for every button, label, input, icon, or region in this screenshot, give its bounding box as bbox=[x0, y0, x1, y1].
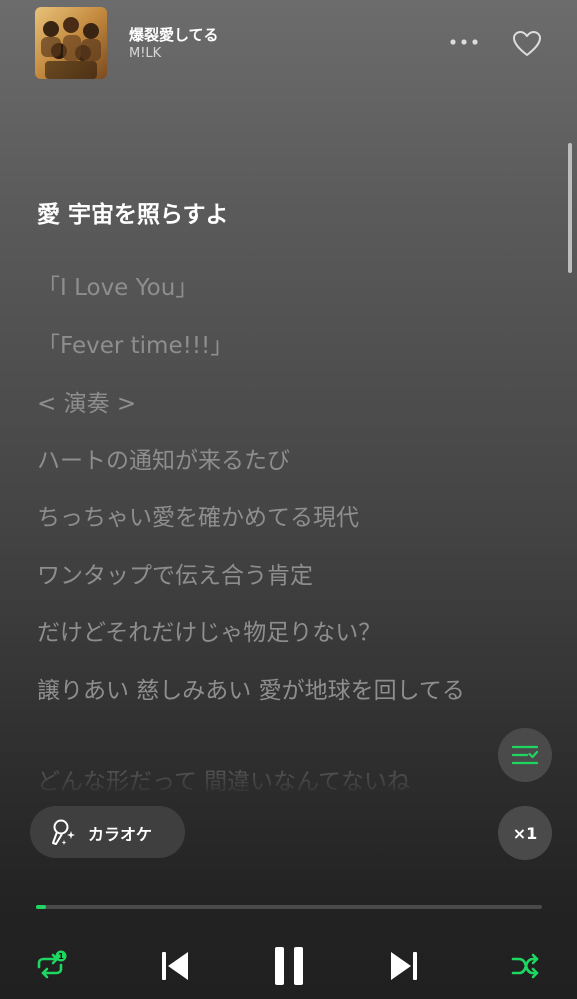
skip-next-icon bbox=[391, 952, 417, 980]
microphone-sparkle-icon bbox=[52, 819, 75, 845]
lyric-line[interactable]: 譲りあい 慈しみあい 愛が地球を回してる bbox=[37, 676, 467, 706]
pause-button[interactable] bbox=[266, 943, 312, 989]
pause-icon bbox=[275, 947, 303, 985]
lyrics-scrollbar[interactable] bbox=[568, 143, 572, 273]
like-button[interactable] bbox=[508, 25, 546, 61]
lyrics-list-icon bbox=[512, 745, 538, 765]
lyric-line[interactable]: < 演奏 > bbox=[37, 389, 467, 419]
repeat-one-icon: 1 bbox=[37, 950, 67, 979]
previous-button[interactable] bbox=[155, 946, 195, 986]
karaoke-button[interactable]: カラオケ bbox=[30, 806, 185, 858]
shuffle-button[interactable] bbox=[506, 948, 546, 984]
shuffle-icon bbox=[511, 953, 539, 979]
repeat-badge: 1 bbox=[58, 952, 64, 961]
lyrics-list-button[interactable] bbox=[498, 728, 552, 782]
next-button[interactable] bbox=[384, 946, 424, 986]
progress-fill bbox=[36, 905, 47, 909]
lyric-line[interactable]: だけどそれだけじゃ物足りない？ bbox=[37, 618, 467, 648]
skip-previous-icon bbox=[162, 952, 188, 980]
lyric-line[interactable]: ワンタップで伝え合う肯定 bbox=[37, 561, 467, 591]
track-title[interactable]: 爆裂愛してる bbox=[129, 24, 219, 45]
lyric-line[interactable]: ちっちゃい愛を確かめてる現代 bbox=[37, 503, 467, 533]
progress-bar[interactable] bbox=[36, 905, 542, 909]
playback-speed-button[interactable]: ×1 bbox=[498, 806, 552, 860]
heart-outline-icon bbox=[513, 30, 541, 56]
playback-speed-label: ×1 bbox=[512, 823, 538, 843]
album-art-image bbox=[35, 7, 107, 79]
lyrics-panel[interactable]: 愛 宇宙を照らすよ 「I Love You」 「Fever time!!!」 <… bbox=[37, 180, 467, 800]
karaoke-label: カラオケ bbox=[88, 825, 153, 844]
lyric-line[interactable]: 「Fever time!!!」 bbox=[37, 331, 467, 361]
lyric-line-active[interactable]: 愛 宇宙を照らすよ bbox=[37, 200, 467, 230]
more-horizontal-icon bbox=[450, 39, 478, 45]
track-artist[interactable]: M!LK bbox=[129, 46, 161, 61]
repeat-button[interactable]: 1 bbox=[30, 948, 70, 984]
lyric-line[interactable]: ハートの通知が来るたび bbox=[37, 446, 467, 476]
more-options-button[interactable] bbox=[446, 28, 482, 56]
lyric-line[interactable]: 「I Love You」 bbox=[37, 273, 467, 303]
now-playing-header: 爆裂愛してる M!LK bbox=[0, 0, 577, 90]
album-art[interactable] bbox=[35, 7, 107, 79]
lyric-line[interactable]: どんな形だって 間違いなんてないね bbox=[37, 767, 467, 797]
